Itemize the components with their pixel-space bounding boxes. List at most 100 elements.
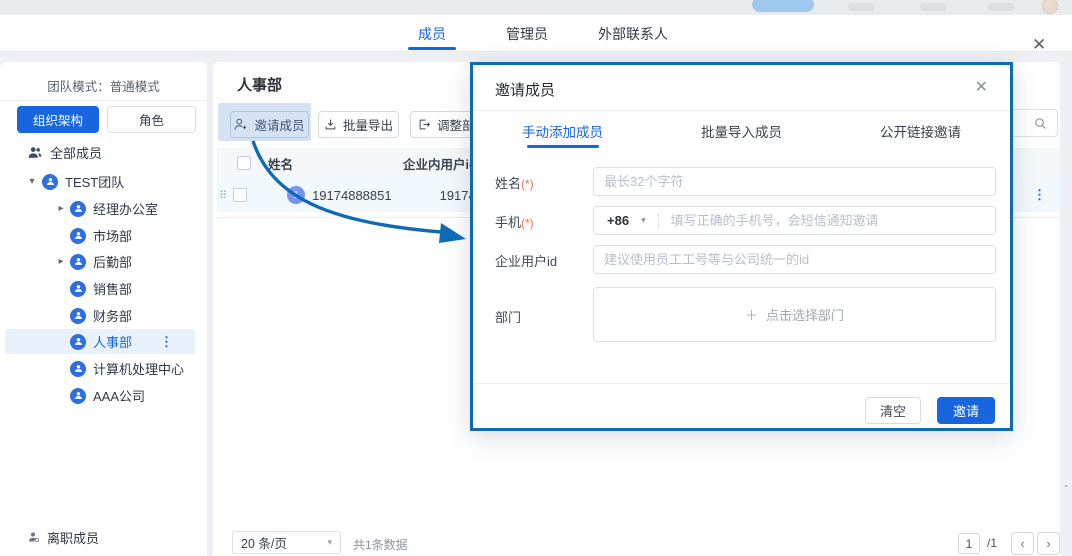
chevron-down-icon[interactable]: ▾ — [641, 215, 646, 226]
sidebar-item-computer-center[interactable]: 计算机处理中心 — [70, 356, 184, 381]
background-pill — [752, 0, 814, 12]
row-actions-kebab-icon[interactable]: ⋮ — [1033, 187, 1046, 203]
background-shape — [848, 3, 874, 11]
role-button[interactable]: 角色 — [107, 106, 196, 133]
team-members-icon — [28, 146, 42, 159]
tab-external-contacts[interactable]: 外部联系人 — [598, 24, 668, 50]
sidebar-item-resigned-members[interactable]: 离职成员 — [0, 522, 207, 552]
modal-tabs: 手动添加成员 批量导入成员 公开链接邀请 — [473, 121, 1010, 142]
plus-icon: ＋ — [745, 305, 758, 324]
drag-handle-icon[interactable]: ⠿ — [219, 189, 227, 202]
member-tabbar: 成员 管理员 外部联系人 ✕ — [0, 15, 1072, 52]
select-all-checkbox[interactable] — [237, 156, 251, 170]
sidebar-item-label: 财务部 — [93, 306, 132, 325]
phone-field[interactable] — [671, 213, 995, 228]
total-count-label: 共1条数据 — [353, 536, 408, 553]
sidebar-item-label: 全部成员 — [50, 143, 102, 162]
divider — [0, 100, 207, 101]
enterprise-id-field[interactable] — [593, 245, 996, 274]
page-title: 人事部 — [237, 74, 282, 95]
label-text: 手机 — [495, 215, 521, 230]
department-icon — [70, 388, 86, 404]
department-icon — [70, 228, 86, 244]
tab-public-link[interactable]: 公开链接邀请 — [831, 121, 1010, 142]
invite-button[interactable]: 邀请 — [937, 397, 995, 424]
sidebar-item-marketing[interactable]: 市场部 — [70, 223, 132, 248]
sidebar-item-label: 后勤部 — [93, 252, 132, 271]
name-field[interactable] — [593, 167, 996, 196]
sidebar-item-manager-office[interactable]: ▸ 经理办公室 — [55, 196, 158, 221]
overflow-dash: - — [1064, 478, 1068, 492]
batch-export-button[interactable]: 批量导出 — [318, 111, 399, 138]
search-icon[interactable] — [1033, 116, 1048, 136]
button-label: 批量导出 — [343, 115, 393, 134]
member-name: 19174888851 — [312, 188, 392, 203]
sidebar-item-test-team[interactable]: ▾ TEST团队 — [26, 169, 124, 194]
caret-right-icon[interactable]: ▸ — [55, 256, 67, 267]
enterprise-id-field-label: 企业用户id — [495, 251, 557, 270]
kebab-menu-icon[interactable]: ⋮ — [160, 334, 173, 350]
sidebar-item-label: TEST团队 — [65, 172, 124, 191]
department-icon — [70, 254, 86, 270]
department-icon — [70, 201, 86, 217]
required-mark: (*) — [521, 216, 534, 230]
chevron-down-icon: ▾ — [327, 537, 332, 548]
modal-title: 邀请成员 — [495, 79, 555, 100]
sidebar-item-label: 市场部 — [93, 226, 132, 245]
tab-admins[interactable]: 管理员 — [506, 24, 548, 50]
divider — [658, 213, 659, 229]
sidebar-item-label: AAA公司 — [93, 386, 145, 405]
avatar: 1 — [287, 186, 305, 204]
caret-right-icon[interactable]: ▸ — [55, 203, 67, 214]
sidebar-item-sales[interactable]: 销售部 — [70, 276, 132, 301]
tab-members[interactable]: 成员 — [418, 24, 446, 50]
download-icon — [324, 118, 337, 131]
divider — [473, 383, 1010, 384]
close-button[interactable]: ✕ — [1032, 35, 1046, 55]
sidebar-item-label: 计算机处理中心 — [93, 359, 184, 378]
background-shape — [988, 3, 1014, 11]
label-text: 姓名 — [495, 176, 521, 191]
total-pages-label: /1 — [987, 536, 997, 550]
sidebar-item-label: 销售部 — [93, 279, 132, 298]
modal-close-icon[interactable]: ✕ — [975, 77, 988, 97]
name-field-label: 姓名(*) — [495, 173, 534, 192]
sidebar-item-logistics[interactable]: ▸ 后勤部 — [55, 249, 132, 274]
department-icon — [70, 361, 86, 377]
sidebar-item-label: 人事部 — [93, 332, 132, 351]
next-page-button[interactable]: › — [1037, 532, 1060, 555]
tab-manual-add[interactable]: 手动添加成员 — [473, 121, 652, 142]
sidebar-item-aaa-company[interactable]: AAA公司 — [70, 383, 145, 408]
page-size-value: 20 条/页 — [241, 533, 287, 552]
team-mode-label: 团队模式：普通模式 — [0, 76, 207, 95]
sidebar: 团队模式：普通模式 组织架构 角色 全部成员 ▾ TEST团队 ▸ 经理办公室 … — [0, 62, 207, 556]
person-add-icon — [234, 118, 248, 131]
tab-batch-import[interactable]: 批量导入成员 — [652, 121, 831, 142]
clear-button[interactable]: 清空 — [865, 397, 921, 424]
sidebar-item-finance[interactable]: 财务部 — [70, 303, 132, 328]
sidebar-item-hr[interactable]: 人事部 ⋮ — [5, 329, 195, 354]
prev-page-button[interactable]: ‹ — [1011, 532, 1034, 555]
background-window-strip — [0, 0, 1072, 15]
required-mark: (*) — [521, 177, 534, 191]
divider — [473, 110, 1010, 111]
department-picker[interactable]: ＋ 点击选择部门 — [593, 287, 996, 342]
sidebar-item-all-members[interactable]: 全部成员 — [28, 140, 102, 165]
page-size-select[interactable]: 20 条/页 ▾ — [232, 531, 341, 554]
background-shape — [920, 3, 946, 11]
button-label: 邀请成员 — [254, 115, 304, 134]
department-icon — [70, 281, 86, 297]
department-icon — [70, 308, 86, 324]
org-structure-button[interactable]: 组织架构 — [17, 106, 99, 133]
caret-down-icon[interactable]: ▾ — [26, 176, 38, 187]
country-code-select[interactable]: +86 — [607, 213, 629, 228]
column-header-enterprise-id: 企业内用户id — [403, 154, 477, 173]
department-icon — [42, 174, 58, 190]
department-icon — [70, 334, 86, 350]
current-page-box[interactable]: 1 — [958, 533, 980, 554]
sidebar-item-label: 离职成员 — [47, 528, 99, 547]
row-checkbox[interactable] — [233, 188, 247, 202]
background-avatar — [1042, 0, 1058, 14]
department-field-label: 部门 — [495, 307, 521, 326]
invite-member-button[interactable]: 邀请成员 — [230, 111, 309, 138]
